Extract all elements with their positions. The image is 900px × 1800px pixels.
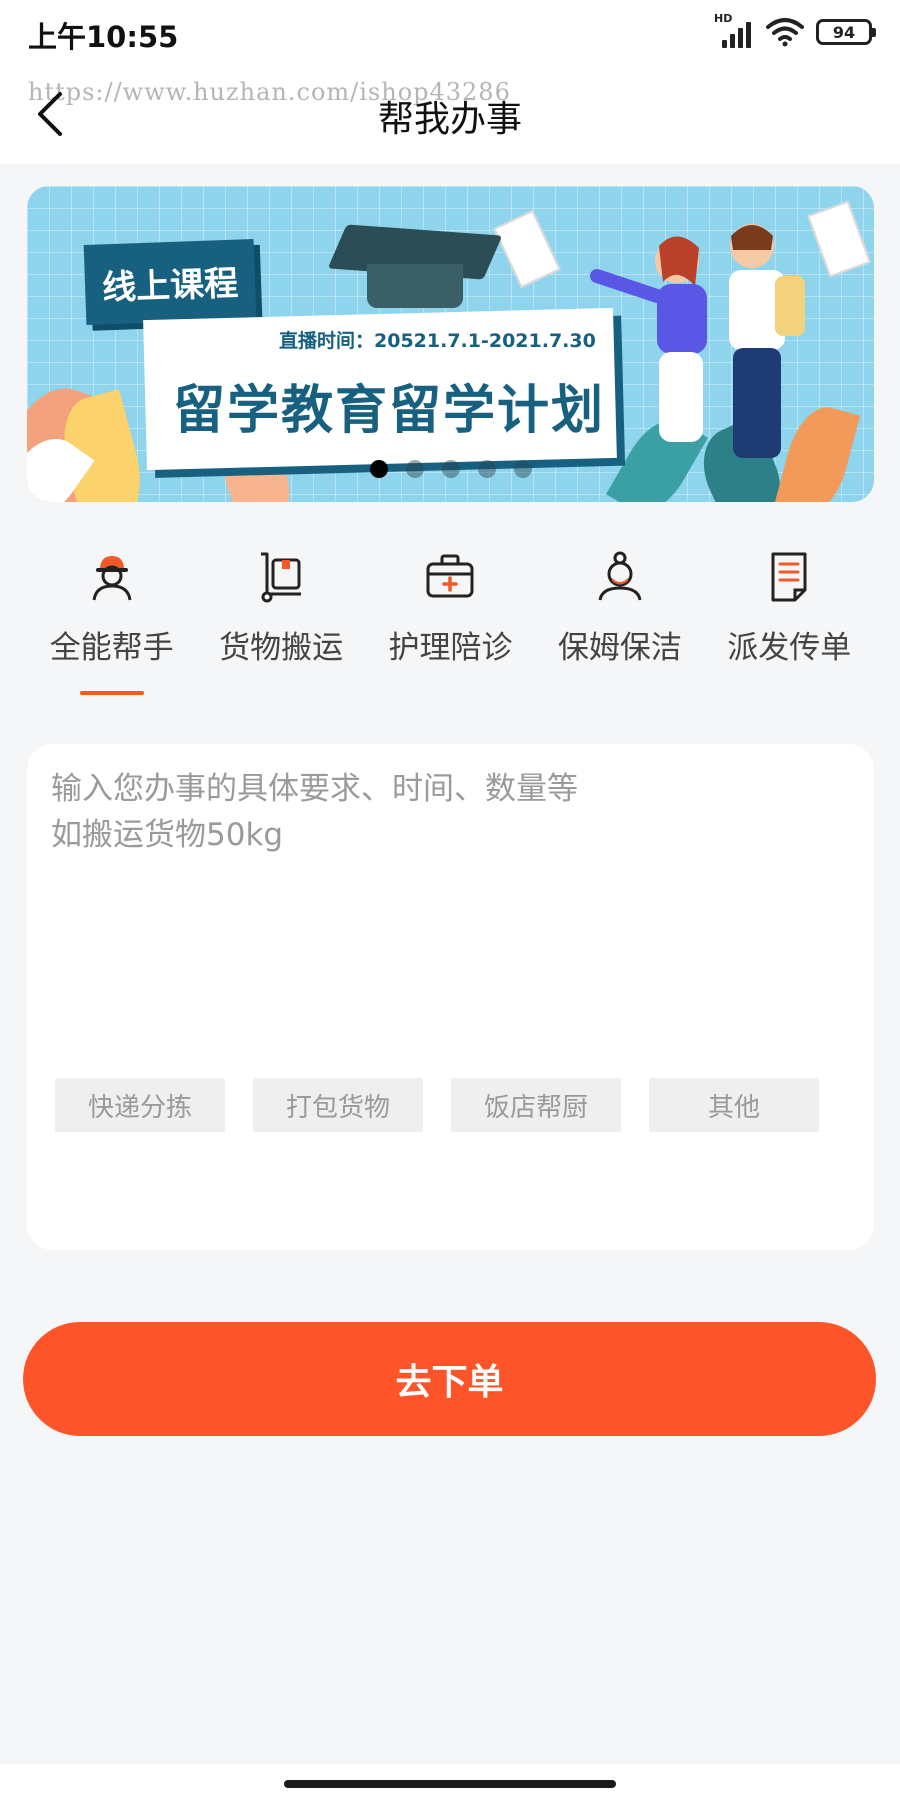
category-label: 派发传单 — [727, 630, 852, 666]
home-indicator[interactable] — [284, 1780, 616, 1788]
medical-kit-icon — [426, 554, 474, 598]
quick-tags: 快递分拣 打包货物 饭店帮厨 其他 — [55, 1078, 819, 1132]
place-order-button[interactable]: 去下单 — [23, 1322, 876, 1436]
status-bar: 上午10:55 HD 94 — [0, 0, 900, 64]
category-all-round-helper[interactable]: 全能帮手 — [27, 548, 196, 708]
quick-tag-chip[interactable]: 打包货物 — [253, 1078, 423, 1132]
category-nursing-escort[interactable]: 护理陪诊 — [366, 548, 535, 708]
banner-tag: 线上课程 — [83, 239, 257, 325]
battery-level: 94 — [832, 22, 856, 42]
flyer-document-icon — [771, 552, 807, 602]
carousel-dot[interactable] — [441, 460, 460, 478]
battery-icon: 94 — [816, 19, 876, 45]
worker-helmet-icon — [92, 556, 132, 601]
nav-header: https://www.huzhan.com/ishop43286 帮我办事 — [0, 64, 900, 164]
category-cargo-moving[interactable]: 货物搬运 — [196, 548, 365, 708]
category-label: 保姆保洁 — [557, 630, 682, 666]
category-label: 全能帮手 — [49, 630, 174, 666]
service-categories: 全能帮手 货物搬运 护理陪诊 保姆保洁 派发传单 — [27, 548, 874, 708]
category-label: 货物搬运 — [219, 630, 344, 666]
banner-live-time: 直播时间：20521.7.1-2021.7.30 — [279, 330, 596, 352]
quick-tag-chip[interactable]: 快递分拣 — [55, 1078, 225, 1132]
carousel-dots — [27, 460, 874, 478]
category-label: 护理陪诊 — [388, 630, 513, 666]
nanny-icon — [598, 551, 642, 601]
carousel-dot[interactable] — [405, 460, 424, 478]
page-title: 帮我办事 — [377, 99, 522, 140]
signal-icon: HD — [714, 12, 754, 48]
promo-banner[interactable]: 线上课程 直播时间：20521.7.1-2021.7.30 留学教育留学计划 — [27, 186, 874, 502]
status-icons: HD 94 — [714, 12, 876, 50]
category-nanny-cleaning[interactable]: 保姆保洁 — [535, 548, 704, 708]
carousel-dot[interactable] — [369, 460, 388, 478]
hand-truck-icon — [261, 552, 302, 603]
quick-tag-chip[interactable]: 饭店帮厨 — [451, 1078, 621, 1132]
wifi-icon — [766, 18, 804, 47]
banner-headline: 留学教育留学计划 — [173, 381, 606, 441]
carousel-dot[interactable] — [513, 460, 532, 478]
request-input[interactable] — [51, 766, 831, 946]
quick-tag-chip[interactable]: 其他 — [649, 1078, 819, 1132]
network-badge: HD — [714, 12, 733, 25]
carousel-dot[interactable] — [477, 460, 496, 478]
request-card: 快递分拣 打包货物 饭店帮厨 其他 — [27, 744, 874, 1250]
gesture-bar — [0, 1764, 900, 1800]
selected-tab-indicator — [79, 691, 144, 695]
status-time: 上午10:55 — [28, 20, 179, 54]
category-flyer-distribution[interactable]: 派发传单 — [705, 548, 874, 708]
